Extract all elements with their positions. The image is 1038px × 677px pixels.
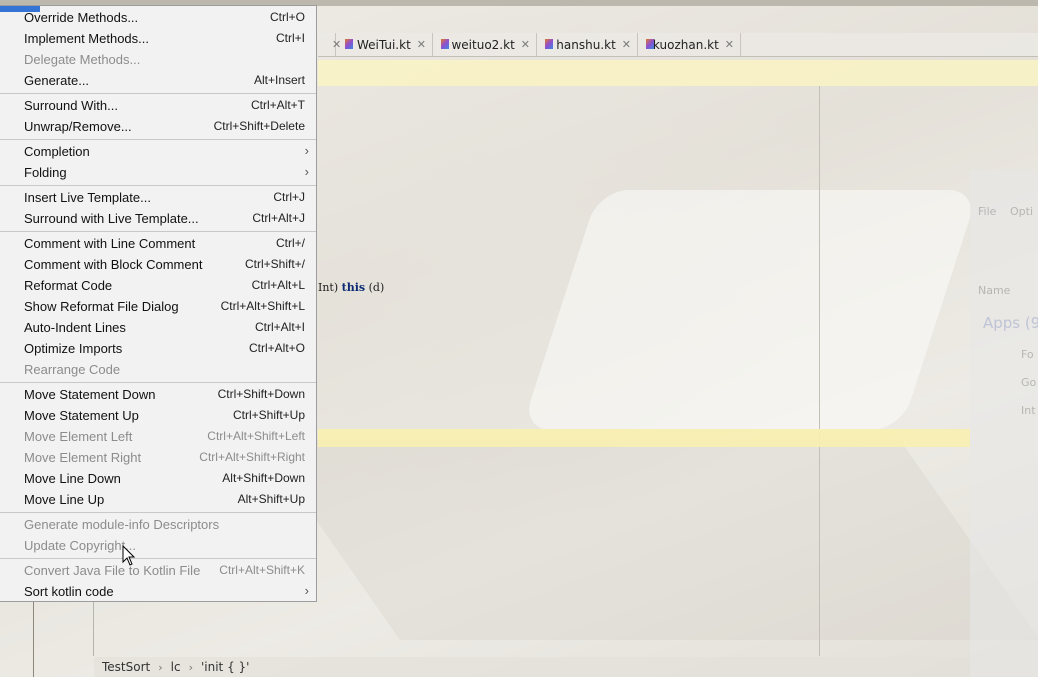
menu-item-unwrap-remove[interactable]: Unwrap/Remove... Ctrl+Shift+Delete	[0, 116, 316, 137]
menu-item-move-element-right: Move Element Right Ctrl+Alt+Shift+Right	[24, 450, 305, 465]
ghost-label: Int	[1021, 404, 1036, 417]
current-line-highlight	[318, 429, 970, 447]
ghost-label: Go	[1021, 376, 1037, 389]
menu-item-completion[interactable]: Completion ›	[0, 141, 316, 162]
menu-item-surround-live-template[interactable]: Surround with Live Template... Ctrl+Alt+J	[0, 208, 316, 229]
tab-label: WeiTui.kt	[356, 37, 411, 52]
editor-tab[interactable]: kuozhan.kt ✕	[638, 33, 741, 56]
editor-tab[interactable]: WeiTui.kt ✕	[337, 33, 433, 56]
tab-label: hanshu.kt	[556, 37, 616, 52]
close-icon[interactable]: ✕	[622, 38, 631, 51]
kotlin-file-icon	[345, 38, 353, 51]
menu-separator	[0, 512, 316, 513]
close-icon[interactable]: ✕	[725, 38, 734, 51]
menu-separator	[0, 185, 316, 186]
menu-item-delegate-methods: Delegate Methods...	[24, 52, 141, 67]
close-icon[interactable]: ✕	[521, 38, 530, 51]
menu-item-insert-live-template[interactable]: Insert Live Template... Ctrl+J	[0, 187, 316, 208]
code-token: Int)	[318, 281, 339, 294]
menu-item-reformat-code[interactable]: Reformat Code Ctrl+Alt+L	[0, 275, 316, 296]
editor-tab-partial[interactable]: ✕	[318, 33, 341, 56]
menu-item-move-element-left: Move Element Left Ctrl+Alt+Shift+Left	[24, 429, 305, 444]
tab-label: weituo2.kt	[451, 37, 515, 52]
menu-item-rearrange-code: Rearrange Code	[24, 362, 121, 377]
ghost-label: Apps (9	[983, 314, 1038, 332]
menu-item-move-statement-down[interactable]: Move Statement Down Ctrl+Shift+Down	[0, 384, 316, 405]
editor-tab[interactable]: hanshu.kt ✕	[537, 33, 638, 56]
submenu-arrow-icon: ›	[304, 583, 309, 598]
breadcrumb-item[interactable]: 'init { }'	[201, 660, 249, 674]
menu-item-update-copyright: Update Copyright...	[24, 538, 137, 553]
ghost-label: Fo	[1021, 348, 1034, 361]
menu-item-block-comment[interactable]: Comment with Block Comment Ctrl+Shift+/	[0, 254, 316, 275]
menu-item-folding[interactable]: Folding ›	[0, 162, 316, 183]
submenu-arrow-icon: ›	[304, 164, 309, 179]
menu-item-move-line-up[interactable]: Move Line Up Alt+Shift+Up	[0, 489, 316, 510]
tab-label: kuozhan.kt	[652, 37, 719, 52]
menu-item-line-comment[interactable]: Comment with Line Comment Ctrl+/	[0, 233, 316, 254]
chevron-right-icon: ›	[188, 660, 193, 674]
menu-item-move-statement-up[interactable]: Move Statement Up Ctrl+Shift+Up	[0, 405, 316, 426]
notification-banner	[318, 60, 1038, 86]
menu-item-auto-indent[interactable]: Auto-Indent Lines Ctrl+Alt+I	[0, 317, 316, 338]
chevron-right-icon: ›	[158, 660, 163, 674]
editor-tab[interactable]: weituo2.kt ✕	[433, 33, 537, 56]
menu-item-optimize-imports[interactable]: Optimize Imports Ctrl+Alt+O	[0, 338, 316, 359]
code-token: (d)	[368, 281, 385, 294]
mouse-cursor-icon	[122, 545, 136, 566]
code-line[interactable]: Int) this (d)	[318, 281, 384, 294]
menu-item-implement-methods[interactable]: Implement Methods... Ctrl+I	[0, 28, 316, 49]
menu-item-override-methods[interactable]: Override Methods... Ctrl+O	[0, 7, 316, 28]
menu-separator	[0, 558, 316, 559]
menu-item-sort-kotlin-code[interactable]: Sort kotlin code ›	[0, 581, 316, 602]
kotlin-file-icon	[441, 38, 450, 51]
ghost-label: File	[978, 205, 997, 218]
menu-item-reformat-dialog[interactable]: Show Reformat File Dialog Ctrl+Alt+Shift+…	[0, 296, 316, 317]
breadcrumb-item[interactable]: lc	[171, 660, 181, 674]
context-menu-code: Override Methods... Ctrl+O Implement Meth…	[0, 5, 317, 602]
menu-item-surround-with[interactable]: Surround With... Ctrl+Alt+T	[0, 95, 316, 116]
menu-separator	[0, 93, 316, 94]
close-icon[interactable]: ✕	[417, 38, 426, 51]
ghost-label: Name	[978, 284, 1011, 297]
menu-item-move-line-down[interactable]: Move Line Down Alt+Shift+Down	[0, 468, 316, 489]
menu-separator	[0, 139, 316, 140]
menu-item-convert-java-kotlin: Convert Java File to Kotlin File Ctrl+Alt…	[24, 563, 305, 578]
breadcrumb-item[interactable]: TestSort	[102, 660, 150, 674]
ghost-label: Opti	[1010, 205, 1034, 218]
gutter-divider	[33, 600, 34, 677]
kotlin-file-icon	[646, 38, 654, 51]
menu-separator	[0, 382, 316, 383]
menu-separator	[0, 231, 316, 232]
kotlin-file-icon	[545, 38, 554, 51]
breadcrumb: TestSort › lc › 'init { }'	[94, 657, 970, 677]
submenu-arrow-icon: ›	[304, 143, 309, 158]
menu-item-module-info: Generate module-info Descriptors	[24, 517, 220, 532]
background-window	[970, 170, 1038, 677]
code-keyword: this	[341, 281, 366, 294]
menu-item-generate[interactable]: Generate... Alt+Insert	[0, 70, 316, 91]
right-margin-guide	[819, 86, 820, 656]
